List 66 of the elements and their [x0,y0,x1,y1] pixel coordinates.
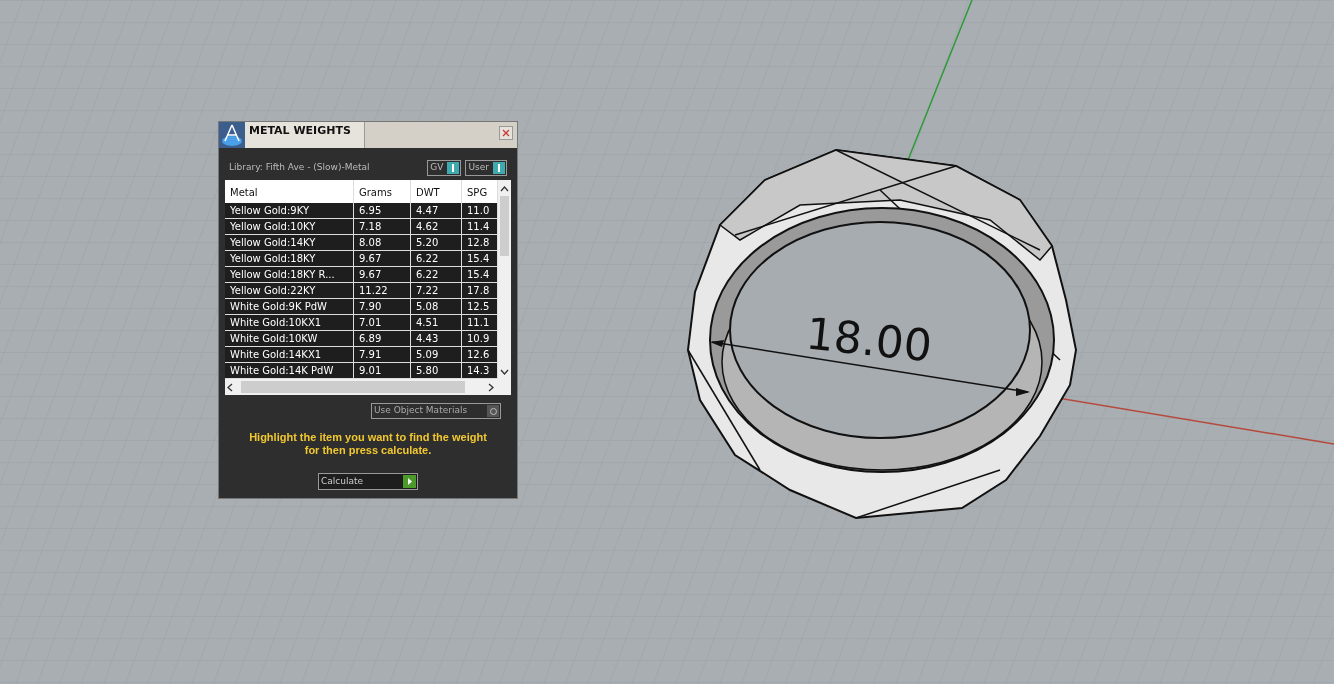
table-row[interactable]: White Gold:10KW 6.89 4.43 10.9 [225,331,498,347]
calculate-button[interactable]: Calculate [318,473,418,490]
table-cell: 4.62 [411,219,462,234]
table-cell: 11.22 [354,283,411,298]
horizontal-scrollbar[interactable] [225,379,511,395]
table-row[interactable]: White Gold:14KX1 7.91 5.09 12.6 [225,347,498,363]
table-cell: 5.09 [411,347,462,362]
table-cell: 4.51 [411,315,462,330]
scroll-thumb[interactable] [241,381,465,393]
table-row[interactable]: Yellow Gold:22KY 11.22 7.22 17.8 [225,283,498,299]
table-cell: White Gold:14K PdW [225,363,354,378]
app-logo-icon [219,122,245,148]
table-cell: White Gold:10KW [225,331,354,346]
window-title: METAL WEIGHTS [245,122,365,148]
table-cell: 5.08 [411,299,462,314]
table-row[interactable]: White Gold:10KX1 7.01 4.51 11.1 [225,315,498,331]
play-icon [403,475,416,488]
table-cell: 9.67 [354,267,411,282]
toggle-switch[interactable] [493,162,505,174]
close-button[interactable] [499,126,513,140]
table-cell: Yellow Gold:14KY [225,235,354,250]
table-cell: 5.80 [411,363,462,378]
table-row[interactable]: Yellow Gold:18KY 9.67 6.22 15.4 [225,251,498,267]
table-cell: 7.18 [354,219,411,234]
table-cell: Yellow Gold:9KY [225,203,354,218]
toggle-switch[interactable] [447,162,460,174]
table-cell: White Gold:14KX1 [225,347,354,362]
table-row[interactable]: Yellow Gold:18KY R... 9.67 6.22 15.4 [225,267,498,283]
use-object-materials-toggle[interactable]: Use Object Materials [371,403,501,419]
table-cell: 6.95 [354,203,411,218]
table-cell: 6.89 [354,331,411,346]
table-row[interactable]: White Gold:9K PdW 7.90 5.08 12.5 [225,299,498,315]
scroll-thumb[interactable] [500,196,509,256]
table-cell: 7.91 [354,347,411,362]
table-cell: White Gold:10KX1 [225,315,354,330]
dimension-label: 18.00 [804,311,934,369]
close-icon [502,129,510,137]
vertical-scrollbar[interactable] [498,180,511,379]
toggle-label: GV [430,161,444,175]
table-cell: 7.90 [354,299,411,314]
library-label: Library: Fifth Ave - (Slow)-Metal [229,161,370,175]
toggle-switch[interactable] [487,405,499,417]
table-cell: 4.47 [411,203,462,218]
table-cell: White Gold:9K PdW [225,299,354,314]
table-cell: 6.22 [411,251,462,266]
table-row[interactable]: White Gold:14K PdW 9.01 5.80 14.3 [225,363,498,379]
toggle-label: User [468,161,489,175]
table-cell: 6.22 [411,267,462,282]
scroll-down-icon [500,367,509,376]
table-cell: Yellow Gold:18KY R... [225,267,354,282]
table-cell: Yellow Gold:18KY [225,251,354,266]
table-cell: 9.67 [354,251,411,266]
table-cell: 7.01 [354,315,411,330]
table-cell: Yellow Gold:22KY [225,283,354,298]
scroll-up-icon [500,185,509,194]
table-cell: 7.22 [411,283,462,298]
table-row[interactable]: Yellow Gold:9KY 6.95 4.47 11.0 [225,203,498,219]
table-cell: 9.01 [354,363,411,378]
table-row[interactable]: Yellow Gold:10KY 7.18 4.62 11.4 [225,219,498,235]
table-cell: 8.08 [354,235,411,250]
hint-text: Highlight the item you want to find the weight for then press calculate. [248,431,488,457]
toggle-label: Use Object Materials [374,404,469,418]
table-cell: 4.43 [411,331,462,346]
table-cell: Yellow Gold:10KY [225,219,354,234]
table-row[interactable]: Yellow Gold:14KY 8.08 5.20 12.8 [225,235,498,251]
table-cell: 5.20 [411,235,462,250]
